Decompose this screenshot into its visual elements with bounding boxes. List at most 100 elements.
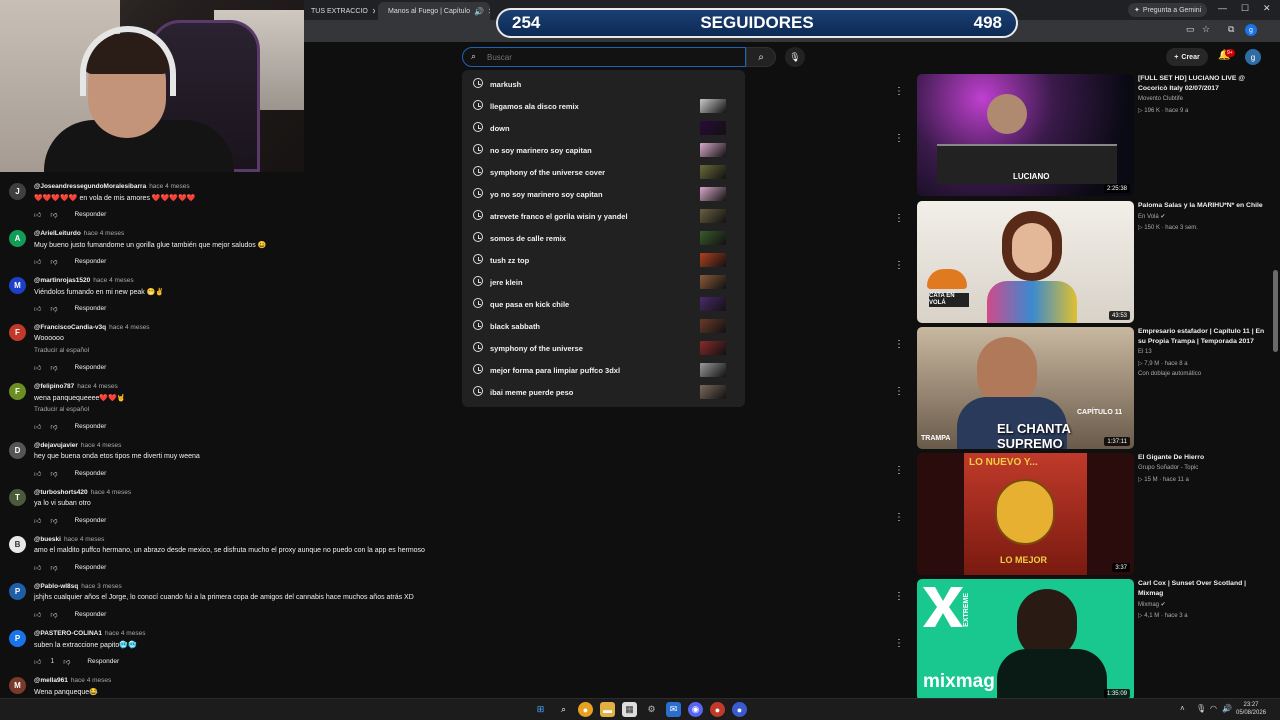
search-suggestion[interactable]: llegamos ala disco remix (462, 95, 745, 117)
account-avatar[interactable]: g (1245, 49, 1261, 65)
comment-time[interactable]: hace 4 meses (149, 183, 189, 190)
discord-icon[interactable]: ◉ (688, 702, 703, 717)
reply-button[interactable]: Responder (74, 470, 106, 477)
reply-button[interactable]: Responder (87, 658, 119, 665)
close-tab-icon[interactable]: ✕ (488, 7, 490, 16)
more-options-icon[interactable]: ⋮ (894, 386, 904, 397)
more-options-icon[interactable]: ⋮ (894, 260, 904, 271)
comment-time[interactable]: hace 4 meses (109, 324, 149, 331)
voice-search-button[interactable]: 🎙 (785, 47, 805, 67)
thumbs-down-icon[interactable]: 👎︎ (50, 516, 57, 525)
avatar[interactable]: D (9, 442, 26, 459)
more-options-icon[interactable]: ⋮ (894, 339, 904, 350)
reply-button[interactable]: Responder (74, 564, 106, 571)
thumbs-down-icon[interactable]: 👎︎ (50, 469, 57, 478)
avatar[interactable]: T (9, 489, 26, 506)
thumbs-up-icon[interactable]: 👍︎ (34, 304, 41, 313)
search-suggestion[interactable]: markush (462, 73, 745, 95)
reply-button[interactable]: Responder (74, 258, 106, 265)
translate-link[interactable]: Traducir al español (34, 406, 89, 413)
settings-gear-icon[interactable]: ⚙ (644, 702, 659, 717)
create-button[interactable]: + Crear (1166, 48, 1208, 66)
recommended-video[interactable]: ⋮ CATA EN VOLÁ 43:53 Paloma Salas y la MARI… (894, 201, 1274, 323)
recommended-video[interactable]: ⋮ LUCIANO 2:25:38 [FULL SET HD] LUCIANO LIV… (894, 74, 1274, 196)
video-title[interactable]: Carl Cox | Sunset Over Scotland | Mixmag (1138, 579, 1268, 599)
comment-author[interactable]: @martinrojas1520 (34, 277, 90, 284)
video-title[interactable]: Paloma Salas y la MARIHU*N* en Chile (1138, 201, 1268, 211)
avatar[interactable]: M (9, 677, 26, 694)
thumbs-down-icon[interactable]: 👎︎ (50, 610, 57, 619)
browser-tab-2[interactable]: Manos al Fuego | Capítulo 🔊 ✕ (378, 2, 490, 20)
avatar[interactable]: J (9, 183, 26, 200)
thumbs-up-icon[interactable]: 👍︎ (34, 257, 41, 266)
video-thumbnail[interactable]: EL CHANTA SUPREMO CAPÍTULO 11 TRAMPA 1:37:1… (917, 327, 1134, 449)
more-options-icon[interactable]: ⋮ (894, 86, 904, 97)
wifi-icon[interactable]: ◠ (1210, 704, 1217, 713)
browser-tab-1[interactable]: TUS EXTRACCIO ✕ (305, 2, 375, 20)
avatar[interactable]: P (9, 583, 26, 600)
search-suggestion[interactable]: no soy marinero soy capitan (462, 139, 745, 161)
comment-time[interactable]: hace 4 meses (91, 489, 131, 496)
recommended-video[interactable]: ⋮ LO NUEVO Y... LO MEJOR 3:37 El Gigante De … (894, 453, 1274, 575)
search-suggestion[interactable]: yo no soy marinero soy capitan (462, 183, 745, 205)
thumbs-up-icon[interactable]: 👍︎ (34, 563, 41, 572)
search-field[interactable]: ⌕ (462, 47, 746, 67)
search-suggestion[interactable]: atrevete franco el gorila wisin y yandel (462, 205, 745, 227)
search-input[interactable] (487, 51, 737, 64)
bookmark-star-icon[interactable]: ☆ (1202, 24, 1210, 35)
gemini-button[interactable]: ✦ Pregunta a Gemini (1128, 3, 1208, 17)
channel-name[interactable]: En Volá ✔ (1138, 213, 1165, 220)
avatar[interactable]: B (9, 536, 26, 553)
chrome-profile-icon[interactable]: ● (710, 702, 725, 717)
comment-time[interactable]: hace 4 meses (81, 442, 121, 449)
recommended-video[interactable]: ⋮ EXTREME mixmag 1:35:09 Carl Cox | Sunset O… (894, 579, 1274, 701)
comment-author[interactable]: @ArielLeiturdo (34, 230, 81, 237)
more-options-icon[interactable]: ⋮ (894, 591, 904, 602)
file-explorer-icon[interactable]: ▬ (600, 702, 615, 717)
comment-author[interactable]: @dejavujavier (34, 442, 78, 449)
cast-icon[interactable]: ▭ (1186, 24, 1195, 35)
video-title[interactable]: Empresario estafador | Capítulo 11 | En … (1138, 327, 1268, 347)
video-thumbnail[interactable]: LO NUEVO Y... LO MEJOR 3:37 (917, 453, 1134, 575)
app-icon[interactable]: ● (732, 702, 747, 717)
reply-button[interactable]: Responder (74, 611, 106, 618)
channel-name[interactable]: El 13 (1138, 349, 1152, 355)
browser-profile-avatar[interactable]: g (1245, 24, 1257, 36)
search-suggestion[interactable]: down (462, 117, 745, 139)
thumbs-up-icon[interactable]: 👍︎ (34, 422, 41, 431)
thumbs-down-icon[interactable]: 👎︎ (50, 563, 57, 572)
comment-time[interactable]: hace 4 meses (71, 677, 111, 684)
video-thumbnail[interactable]: CATA EN VOLÁ 43:53 (917, 201, 1134, 323)
translate-link[interactable]: Traducir al español (34, 347, 89, 354)
reply-button[interactable]: Responder (74, 305, 106, 312)
video-title[interactable]: [FULL SET HD] LUCIANO LIVE @ Cocoricò It… (1138, 74, 1268, 94)
avatar[interactable]: F (9, 383, 26, 400)
thumbs-up-icon[interactable]: 👍︎ (34, 657, 41, 666)
search-suggestion[interactable]: symphony of the universe cover (462, 161, 745, 183)
thumbs-up-icon[interactable]: 👍︎ (34, 610, 41, 619)
thumbs-up-icon[interactable]: 👍︎ (34, 363, 41, 372)
search-suggestion[interactable]: que pasa en kick chile (462, 293, 745, 315)
reply-button[interactable]: Responder (74, 364, 106, 371)
comment-time[interactable]: hace 4 meses (105, 630, 145, 637)
reply-button[interactable]: Responder (74, 423, 106, 430)
search-suggestion[interactable]: jere klein (462, 271, 745, 293)
maximize-icon[interactable]: ☐ (1241, 3, 1249, 14)
channel-name[interactable]: Movento Clubtife (1138, 96, 1183, 102)
comment-time[interactable]: hace 3 meses (81, 583, 121, 590)
more-options-icon[interactable]: ⋮ (894, 638, 904, 649)
search-suggestion[interactable]: tush zz top (462, 249, 745, 271)
more-options-icon[interactable]: ⋮ (894, 512, 904, 523)
avatar[interactable]: F (9, 324, 26, 341)
search-suggestion[interactable]: somos de calle remix (462, 227, 745, 249)
thumbs-down-icon[interactable]: 👎︎ (50, 304, 57, 313)
comment-author[interactable]: @felipino787 (34, 383, 74, 390)
video-thumbnail[interactable]: LUCIANO 2:25:38 (917, 74, 1134, 196)
clock[interactable]: 23:27 05/08/2026 (1236, 701, 1266, 717)
thumbs-down-icon[interactable]: 👎︎ (50, 210, 57, 219)
tray-chevron-icon[interactable]: ˄ (1180, 704, 1185, 713)
avatar[interactable]: P (9, 630, 26, 647)
audio-icon[interactable]: 🔊 (474, 7, 484, 16)
comment-time[interactable]: hace 4 meses (84, 230, 124, 237)
reply-button[interactable]: Responder (74, 211, 106, 218)
